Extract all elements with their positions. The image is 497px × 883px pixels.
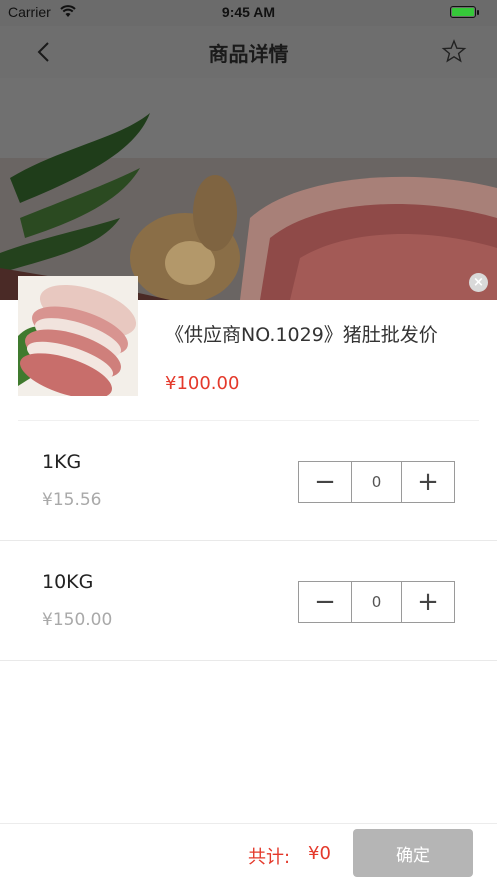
spec-row: 1KG ¥15.56 − 0 + <box>0 421 497 541</box>
favorite-star-icon[interactable] <box>440 38 468 66</box>
checkout-footer: 共计: ¥0 确定 <box>0 823 497 883</box>
product-price: ¥100.00 <box>165 373 240 394</box>
battery-icon <box>450 6 479 18</box>
close-icon[interactable]: × <box>469 273 488 292</box>
quantity-value[interactable]: 0 <box>351 462 402 502</box>
spec-row: 10KG ¥150.00 − 0 + <box>0 541 497 661</box>
total-value: ¥0 <box>308 843 331 864</box>
spec-price: ¥150.00 <box>42 610 113 630</box>
quantity-stepper: − 0 + <box>298 461 455 503</box>
increment-button[interactable]: + <box>402 582 454 622</box>
quantity-stepper: − 0 + <box>298 581 455 623</box>
confirm-button[interactable]: 确定 <box>353 829 473 877</box>
decrement-button[interactable]: − <box>299 462 351 502</box>
spec-label: 1KG <box>42 451 82 473</box>
product-name: 《供应商NO.1029》猪肚批发价 <box>165 324 438 346</box>
decrement-button[interactable]: − <box>299 582 351 622</box>
product-thumbnail <box>18 276 138 396</box>
clock: 9:45 AM <box>221 4 276 20</box>
total-label: 共计: <box>248 847 291 868</box>
quantity-value[interactable]: 0 <box>351 582 402 622</box>
nav-bar: 商品详情 <box>0 26 497 78</box>
increment-button[interactable]: + <box>402 462 454 502</box>
background-page: Carrier 9:45 AM 商品详情 <box>0 0 497 300</box>
status-bar: Carrier 9:45 AM <box>0 0 497 26</box>
spec-label: 10KG <box>42 571 94 593</box>
product-hero-image <box>0 78 497 300</box>
page-title: 商品详情 <box>208 42 289 66</box>
spec-price: ¥15.56 <box>42 490 102 510</box>
